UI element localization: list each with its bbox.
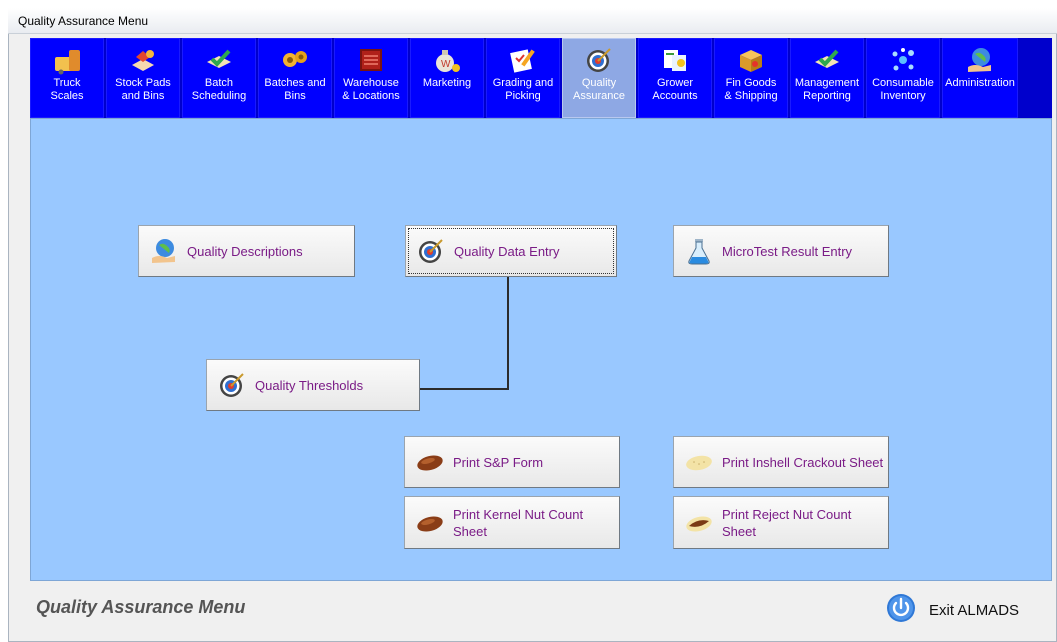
globe-hand-icon bbox=[149, 236, 179, 266]
button-label: Quality Thresholds bbox=[255, 377, 364, 393]
truck-scales-icon bbox=[52, 45, 82, 75]
quality-thresholds-button[interactable]: Quality Thresholds bbox=[206, 359, 420, 411]
stock-pads-icon bbox=[128, 45, 158, 75]
tab-label: Management Reporting bbox=[794, 77, 860, 102]
reporting-icon bbox=[812, 45, 842, 75]
print-reject-nut-count-button[interactable]: Print Reject Nut Count Sheet bbox=[673, 496, 889, 549]
connector-line bbox=[420, 388, 509, 390]
money-bag-icon: W bbox=[432, 45, 462, 75]
target-icon bbox=[416, 236, 446, 266]
molecule-icon bbox=[888, 45, 918, 75]
tab-label: Stock Pads and Bins bbox=[115, 77, 171, 102]
button-label: Print Inshell Crackout Sheet bbox=[722, 454, 884, 470]
button-label: Quality Data Entry bbox=[454, 243, 560, 259]
tab-stock-pads[interactable]: Stock Pads and Bins bbox=[106, 38, 180, 118]
tab-grading-picking[interactable]: Grading and Picking bbox=[486, 38, 560, 118]
power-icon bbox=[885, 592, 917, 629]
print-kernel-nut-count-button[interactable]: Print Kernel Nut Count Sheet bbox=[404, 496, 620, 549]
quality-data-entry-button[interactable]: Quality Data Entry bbox=[405, 225, 617, 277]
grading-icon bbox=[508, 45, 538, 75]
tab-label: Consumable Inventory bbox=[872, 77, 934, 102]
svg-text:W: W bbox=[441, 59, 451, 70]
tab-warehouse[interactable]: Warehouse & Locations bbox=[334, 38, 408, 118]
almond-icon bbox=[415, 447, 445, 477]
grower-accounts-icon bbox=[660, 45, 690, 75]
tab-fin-goods-shipping[interactable]: Fin Goods & Shipping bbox=[714, 38, 788, 118]
menu-canvas: Quality Descriptions Quality Data Entry … bbox=[30, 118, 1052, 581]
tab-quality-assurance[interactable]: Quality Assurance bbox=[562, 38, 636, 118]
almond-icon bbox=[415, 508, 445, 538]
quality-descriptions-button[interactable]: Quality Descriptions bbox=[138, 225, 355, 277]
flask-icon bbox=[684, 236, 714, 266]
exit-button[interactable]: Exit ALMADS bbox=[885, 592, 1019, 629]
tab-label: Quality Assurance bbox=[573, 77, 625, 102]
batch-scheduling-icon bbox=[204, 45, 234, 75]
tab-batch-scheduling[interactable]: Batch Scheduling bbox=[182, 38, 256, 118]
button-label: Quality Descriptions bbox=[187, 243, 303, 259]
reject-nut-icon bbox=[684, 508, 714, 538]
tab-label: Warehouse & Locations bbox=[342, 77, 400, 102]
tab-label: Batches and Bins bbox=[264, 77, 326, 102]
tab-label: Batch Scheduling bbox=[191, 77, 247, 102]
tab-marketing[interactable]: W Marketing bbox=[410, 38, 484, 118]
tab-consumable-inventory[interactable]: Consumable Inventory bbox=[866, 38, 940, 118]
tab-label: Grading and Picking bbox=[492, 77, 554, 102]
tab-label: Marketing bbox=[422, 77, 472, 89]
tab-label: Truck Scales bbox=[50, 77, 84, 102]
print-sp-form-button[interactable]: Print S&P Form bbox=[404, 436, 620, 488]
tab-batches-bins[interactable]: Batches and Bins bbox=[258, 38, 332, 118]
tab-label: Grower Accounts bbox=[652, 77, 698, 102]
button-label: Print Reject Nut Count Sheet bbox=[722, 506, 852, 539]
connector-line bbox=[507, 275, 509, 390]
target-icon bbox=[217, 370, 247, 400]
tab-administration[interactable]: Administration bbox=[942, 38, 1018, 118]
warehouse-icon bbox=[356, 45, 386, 75]
button-label: Print Kernel Nut Count Sheet bbox=[453, 506, 584, 539]
globe-hand-icon bbox=[965, 45, 995, 75]
shipping-box-icon bbox=[736, 45, 766, 75]
tab-management-reporting[interactable]: Management Reporting bbox=[790, 38, 864, 118]
tab-label: Fin Goods & Shipping bbox=[724, 77, 778, 102]
window-title: Quality Assurance Menu bbox=[18, 14, 149, 28]
inshell-almond-icon bbox=[684, 447, 714, 477]
print-inshell-crackout-button[interactable]: Print Inshell Crackout Sheet bbox=[673, 436, 889, 488]
button-label: MicroTest Result Entry bbox=[722, 243, 853, 259]
exit-label: Exit ALMADS bbox=[929, 602, 1020, 619]
tab-grower-accounts[interactable]: Grower Accounts bbox=[638, 38, 712, 118]
button-label: Print S&P Form bbox=[453, 454, 544, 470]
tab-truck-scales[interactable]: Truck Scales bbox=[30, 38, 104, 118]
page-title: Quality Assurance Menu bbox=[36, 597, 246, 617]
module-tab-bar: Truck Scales Stock Pads and Bins Batch S… bbox=[30, 38, 1052, 118]
target-icon bbox=[584, 45, 614, 75]
title-bar: Quality Assurance Menu bbox=[8, 8, 1057, 34]
batches-bins-icon bbox=[280, 45, 310, 75]
tab-label: Administration bbox=[945, 77, 1015, 89]
microtest-result-entry-button[interactable]: MicroTest Result Entry bbox=[673, 225, 889, 277]
